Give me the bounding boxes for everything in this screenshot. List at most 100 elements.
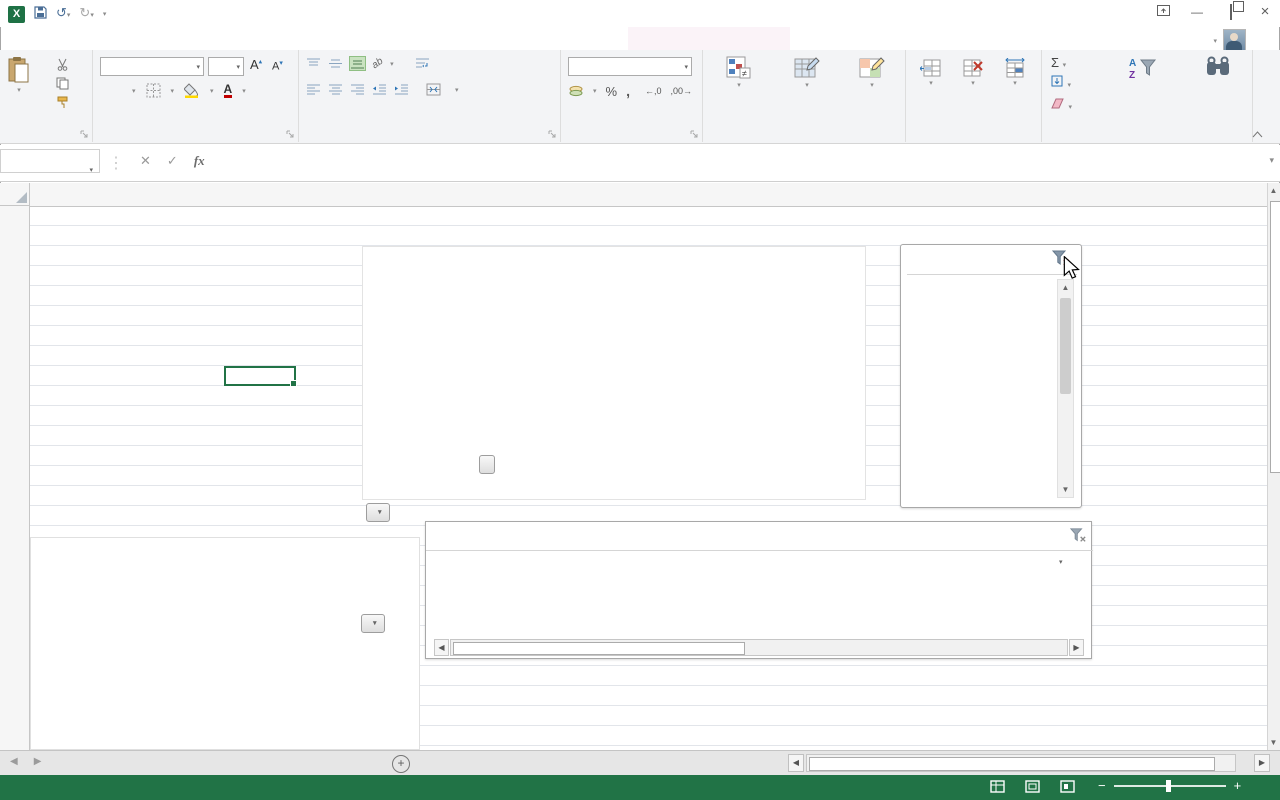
add-sheet-button[interactable]: + bbox=[392, 755, 410, 773]
scrollbar-track[interactable] bbox=[450, 639, 1068, 656]
close-icon[interactable]: × bbox=[1256, 3, 1274, 20]
align-left-icon[interactable] bbox=[306, 83, 321, 96]
cell-styles-button[interactable]: ▾ bbox=[842, 56, 902, 92]
wrap-text-icon[interactable] bbox=[415, 57, 430, 70]
increase-indent-icon[interactable] bbox=[394, 83, 409, 96]
scroll-up-icon[interactable]: ▲ bbox=[1058, 283, 1073, 292]
fill-icon[interactable]: ▾ bbox=[1051, 74, 1072, 92]
autosum-icon[interactable]: Σ ▾ bbox=[1051, 55, 1072, 70]
accounting-format-icon[interactable] bbox=[568, 85, 584, 98]
sort-filter-button[interactable]: A Z bbox=[1097, 56, 1189, 80]
excel-logo-icon[interactable]: X bbox=[8, 5, 25, 23]
scroll-left-icon[interactable]: ◀ bbox=[434, 639, 449, 656]
ay-button[interactable]: ▾ bbox=[366, 503, 390, 522]
conditional-formatting-button[interactable]: ≠ ▾ bbox=[706, 56, 772, 92]
cancel-icon[interactable]: ✕ bbox=[140, 153, 151, 169]
decrease-decimal-icon[interactable]: ,00→ bbox=[670, 86, 692, 96]
fill-handle[interactable] bbox=[290, 380, 297, 387]
restore-icon[interactable] bbox=[1222, 3, 1240, 20]
scrollbar-track[interactable] bbox=[806, 754, 1236, 772]
redo-icon[interactable]: ↻▾ bbox=[79, 5, 93, 24]
insert-cells-icon bbox=[920, 59, 941, 77]
number-format-select[interactable]: ▾ bbox=[568, 57, 692, 76]
scroll-right-icon[interactable]: ▶ bbox=[1069, 639, 1084, 656]
decrease-indent-icon[interactable] bbox=[372, 83, 387, 96]
scroll-left-icon[interactable]: ◀ bbox=[788, 754, 804, 772]
scrollbar-thumb[interactable] bbox=[1269, 201, 1280, 473]
find-select-button[interactable] bbox=[1191, 56, 1245, 80]
view-normal-icon[interactable] bbox=[990, 780, 1005, 793]
fx-icon[interactable]: fx bbox=[194, 153, 205, 169]
timeline-selection-band[interactable] bbox=[434, 614, 1084, 632]
increase-decimal-icon[interactable]: ←,0 bbox=[645, 86, 662, 96]
slicer-scrollbar[interactable]: ▲ ▼ bbox=[1057, 279, 1074, 498]
format-as-table-button[interactable]: ▾ bbox=[774, 56, 840, 92]
delete-cells-button[interactable]: ▾ bbox=[953, 58, 993, 90]
ay-button[interactable]: ▾ bbox=[361, 614, 385, 633]
view-page-layout-icon[interactable] bbox=[1025, 780, 1040, 793]
zoom-out-icon[interactable]: − bbox=[1098, 779, 1106, 792]
align-bottom-icon[interactable] bbox=[349, 56, 366, 71]
shrink-font-icon[interactable]: A▾ bbox=[272, 59, 283, 73]
timeline-level-select[interactable]: ▾ bbox=[1054, 558, 1063, 566]
scroll-down-icon[interactable]: ▼ bbox=[1267, 738, 1280, 747]
horizontal-scrollbar[interactable]: ◀ ▶ bbox=[788, 754, 1270, 772]
format-painter-icon[interactable] bbox=[56, 96, 69, 109]
undo-icon[interactable]: ↺▾ bbox=[56, 5, 70, 24]
dialog-launcher-icon[interactable] bbox=[80, 130, 89, 139]
select-all-corner[interactable] bbox=[0, 183, 30, 206]
zoom-slider-thumb[interactable] bbox=[1165, 779, 1171, 792]
view-page-break-icon[interactable] bbox=[1060, 780, 1075, 793]
copy-icon[interactable] bbox=[56, 77, 69, 90]
align-center-icon[interactable] bbox=[328, 83, 343, 96]
enter-icon[interactable]: ✓ bbox=[167, 153, 178, 169]
percent-style-icon[interactable]: % bbox=[606, 84, 618, 99]
timeline-scrollbar[interactable]: ◀ ▶ bbox=[434, 639, 1084, 656]
orientation-icon[interactable]: ab bbox=[370, 56, 385, 71]
combo-chart[interactable] bbox=[362, 246, 866, 500]
dialog-launcher-icon[interactable] bbox=[286, 130, 295, 139]
format-cells-button[interactable]: ▾ bbox=[995, 58, 1035, 90]
grow-font-icon[interactable]: A▴ bbox=[250, 57, 262, 72]
cell-styles-icon bbox=[859, 57, 885, 78]
insert-cells-button[interactable]: ▾ bbox=[911, 58, 951, 90]
comma-style-icon[interactable]: , bbox=[626, 83, 630, 99]
scroll-right-icon[interactable]: ▶ bbox=[1254, 754, 1270, 772]
account-dropdown-icon: ▾ bbox=[1213, 37, 1217, 45]
scroll-down-icon[interactable]: ▼ bbox=[1058, 485, 1073, 494]
merge-center-icon[interactable] bbox=[426, 83, 441, 96]
zoom-in-icon[interactable]: + bbox=[1234, 779, 1242, 792]
borders-icon[interactable] bbox=[146, 83, 161, 98]
scroll-up-icon[interactable]: ▲ bbox=[1267, 186, 1280, 195]
align-middle-icon[interactable] bbox=[328, 57, 343, 70]
font-color-icon[interactable]: A bbox=[223, 83, 233, 98]
values-button[interactable] bbox=[479, 455, 495, 474]
scrollbar-thumb[interactable] bbox=[453, 642, 745, 655]
minimize-icon[interactable]: — bbox=[1188, 5, 1206, 19]
timeline-clear-filter-icon[interactable] bbox=[1069, 527, 1087, 549]
save-icon[interactable] bbox=[34, 5, 47, 23]
sheet-next-icon[interactable]: ▶ bbox=[34, 756, 42, 767]
vertical-scrollbar[interactable]: ▲ ▼ bbox=[1267, 183, 1280, 750]
sheet-prev-icon[interactable]: ◀ bbox=[10, 756, 18, 767]
dialog-launcher-icon[interactable] bbox=[690, 130, 699, 139]
scrollbar-thumb[interactable] bbox=[1060, 298, 1071, 394]
formula-bar-expand-icon[interactable]: ▾ bbox=[1269, 155, 1274, 166]
fill-color-icon[interactable] bbox=[184, 83, 200, 98]
font-size-select[interactable]: ▾ bbox=[208, 57, 244, 76]
account-chip[interactable]: ▾ bbox=[1207, 29, 1246, 52]
align-top-icon[interactable] bbox=[306, 57, 321, 70]
zoom-slider[interactable] bbox=[1113, 779, 1226, 792]
pie-chart[interactable]: ▾ bbox=[30, 537, 420, 750]
name-box[interactable]: ▾ bbox=[0, 149, 100, 174]
clear-icon[interactable]: ▾ bbox=[1051, 96, 1072, 114]
paste-button[interactable]: ▾ bbox=[6, 56, 32, 94]
qat-customize-icon[interactable]: ▾ bbox=[103, 10, 107, 18]
ribbon-display-icon[interactable] bbox=[1154, 4, 1172, 19]
scrollbar-thumb[interactable] bbox=[809, 757, 1215, 771]
cut-icon[interactable] bbox=[56, 58, 69, 71]
align-right-icon[interactable] bbox=[350, 83, 365, 96]
dialog-launcher-icon[interactable] bbox=[548, 130, 557, 139]
font-select[interactable]: ▾ bbox=[100, 57, 204, 76]
ribbon-collapse-icon[interactable] bbox=[1252, 125, 1263, 143]
